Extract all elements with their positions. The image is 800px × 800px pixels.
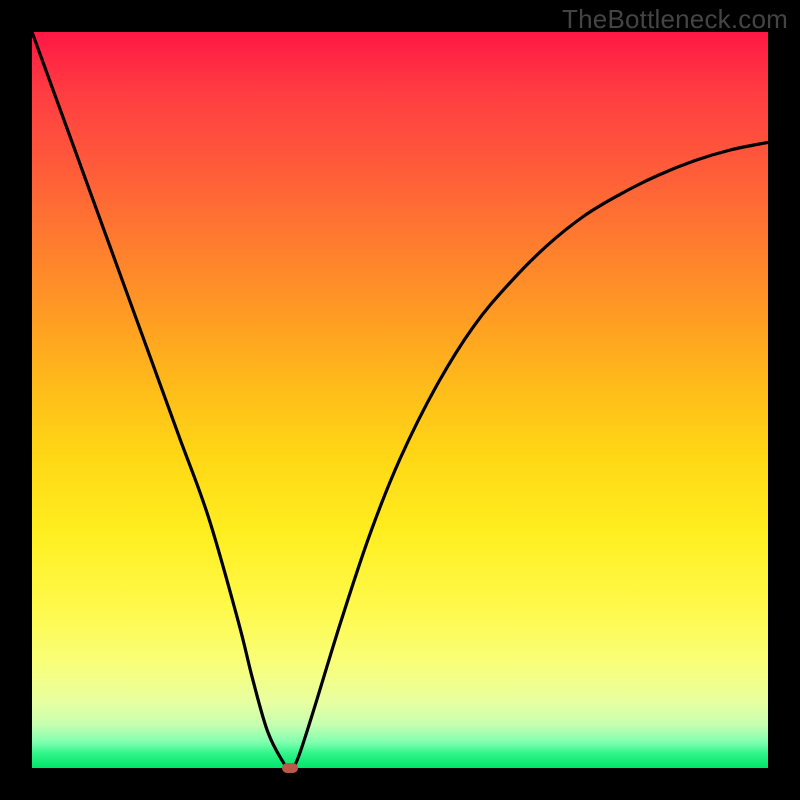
watermark-text: TheBottleneck.com — [562, 4, 788, 35]
curve-svg — [32, 32, 768, 768]
bottleneck-curve — [32, 32, 768, 768]
minimum-marker — [282, 763, 298, 773]
plot-area — [32, 32, 768, 768]
chart-container: TheBottleneck.com — [0, 0, 800, 800]
